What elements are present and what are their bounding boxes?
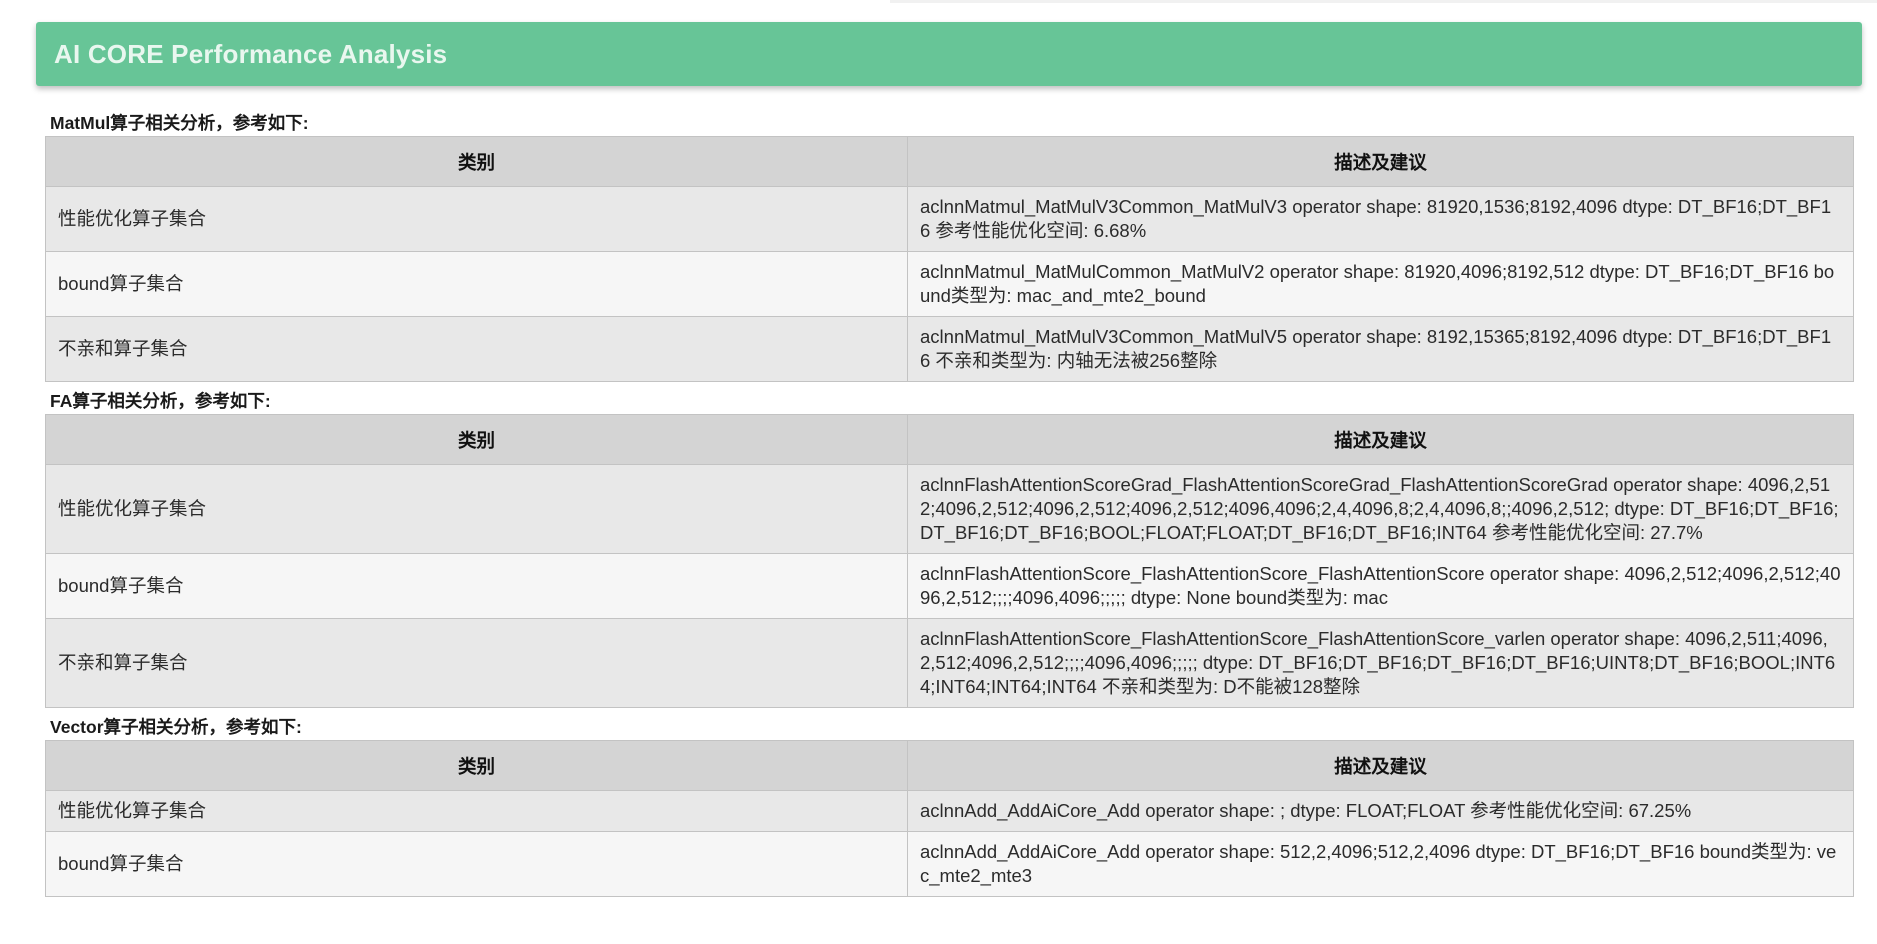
description-cell: aclnnMatmul_MatMulV3Common_MatMulV5 oper… bbox=[907, 316, 1854, 382]
table-row: 不亲和算子集合 aclnnFlashAttentionScore_FlashAt… bbox=[45, 618, 1854, 708]
section-title: Vector算子相关分析，参考如下: bbox=[50, 717, 302, 737]
table-header-row: 类别 描述及建议 bbox=[45, 136, 1854, 187]
table-row: bound算子集合 aclnnAdd_AddAiCore_Add operato… bbox=[45, 831, 1854, 897]
top-strip bbox=[890, 0, 1877, 3]
category-cell: 性能优化算子集合 bbox=[45, 464, 908, 554]
section-matmul: MatMul算子相关分析，参考如下: 类别 描述及建议 性能优化算子集合 acl… bbox=[45, 110, 1854, 382]
column-header-category: 类别 bbox=[45, 414, 908, 465]
table-row: 性能优化算子集合 aclnnFlashAttentionScoreGrad_Fl… bbox=[45, 464, 1854, 554]
table-row: 性能优化算子集合 aclnnMatmul_MatMulV3Common_MatM… bbox=[45, 186, 1854, 252]
description-cell: aclnnFlashAttentionScore_FlashAttentionS… bbox=[907, 553, 1854, 619]
section-vector: Vector算子相关分析，参考如下: 类别 描述及建议 性能优化算子集合 acl… bbox=[45, 714, 1854, 897]
analysis-table: 类别 描述及建议 性能优化算子集合 aclnnMatmul_MatMulV3Co… bbox=[45, 136, 1854, 382]
category-cell: bound算子集合 bbox=[45, 251, 908, 317]
category-cell: bound算子集合 bbox=[45, 831, 908, 897]
table-row: bound算子集合 aclnnMatmul_MatMulCommon_MatMu… bbox=[45, 251, 1854, 317]
category-cell: 不亲和算子集合 bbox=[45, 316, 908, 382]
table-row: 不亲和算子集合 aclnnMatmul_MatMulV3Common_MatMu… bbox=[45, 316, 1854, 382]
table-header-row: 类别 描述及建议 bbox=[45, 740, 1854, 791]
analysis-table: 类别 描述及建议 性能优化算子集合 aclnnFlashAttentionSco… bbox=[45, 414, 1854, 708]
description-cell: aclnnAdd_AddAiCore_Add operator shape: 5… bbox=[907, 831, 1854, 897]
description-cell: aclnnMatmul_MatMulV3Common_MatMulV3 oper… bbox=[907, 186, 1854, 252]
page-title: AI CORE Performance Analysis bbox=[54, 38, 448, 69]
description-cell: aclnnAdd_AddAiCore_Add operator shape: ;… bbox=[907, 790, 1854, 832]
category-cell: bound算子集合 bbox=[45, 553, 908, 619]
description-cell: aclnnFlashAttentionScoreGrad_FlashAttent… bbox=[907, 464, 1854, 554]
table-row: bound算子集合 aclnnFlashAttentionScore_Flash… bbox=[45, 553, 1854, 619]
section-title: MatMul算子相关分析，参考如下: bbox=[50, 113, 309, 133]
column-header-category: 类别 bbox=[45, 136, 908, 187]
content-area: MatMul算子相关分析，参考如下: 类别 描述及建议 性能优化算子集合 acl… bbox=[45, 110, 1854, 903]
column-header-category: 类别 bbox=[45, 740, 908, 791]
section-title: FA算子相关分析，参考如下: bbox=[50, 391, 271, 411]
table-header-row: 类别 描述及建议 bbox=[45, 414, 1854, 465]
description-cell: aclnnFlashAttentionScore_FlashAttentionS… bbox=[907, 618, 1854, 708]
analysis-table: 类别 描述及建议 性能优化算子集合 aclnnAdd_AddAiCore_Add… bbox=[45, 740, 1854, 897]
column-header-description: 描述及建议 bbox=[907, 740, 1854, 791]
section-fa: FA算子相关分析，参考如下: 类别 描述及建议 性能优化算子集合 aclnnFl… bbox=[45, 388, 1854, 708]
category-cell: 性能优化算子集合 bbox=[45, 186, 908, 252]
column-header-description: 描述及建议 bbox=[907, 136, 1854, 187]
description-cell: aclnnMatmul_MatMulCommon_MatMulV2 operat… bbox=[907, 251, 1854, 317]
category-cell: 不亲和算子集合 bbox=[45, 618, 908, 708]
header-bar: AI CORE Performance Analysis bbox=[36, 22, 1862, 86]
column-header-description: 描述及建议 bbox=[907, 414, 1854, 465]
category-cell: 性能优化算子集合 bbox=[45, 790, 908, 832]
table-row: 性能优化算子集合 aclnnAdd_AddAiCore_Add operator… bbox=[45, 790, 1854, 832]
